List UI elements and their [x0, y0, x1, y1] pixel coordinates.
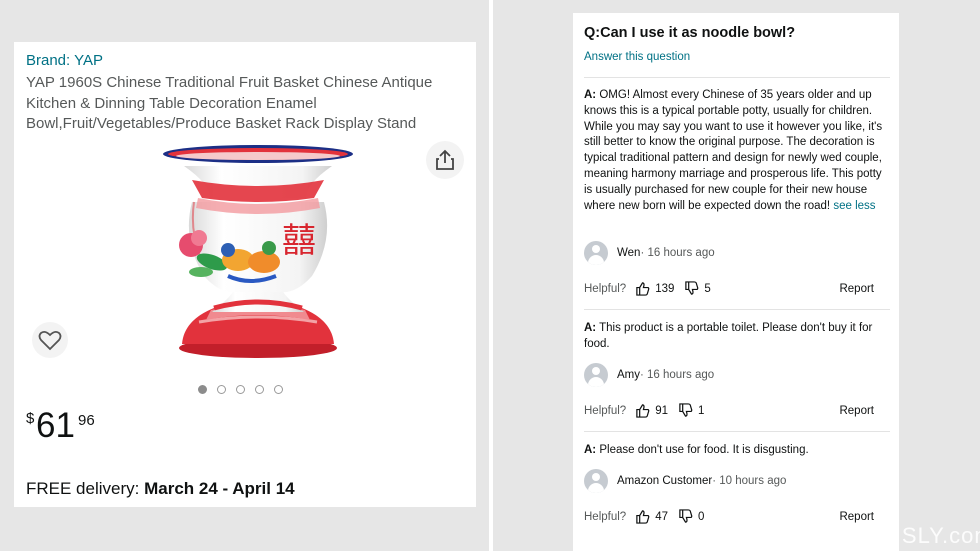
thumbs-up-icon[interactable]: [635, 403, 650, 418]
brand-link[interactable]: Brand: YAP: [26, 52, 103, 69]
upvote-count: 139: [655, 282, 675, 295]
answer-author: Wen · 16 hours ago: [584, 241, 715, 265]
share-icon: [436, 149, 454, 170]
price-currency: $: [26, 410, 35, 427]
answer-body: OMG! Almost every Chinese of 35 years ol…: [584, 89, 883, 212]
separator: [584, 431, 890, 432]
answer-prefix: A:: [584, 89, 597, 101]
price-fraction: 96: [78, 412, 95, 429]
see-less-link[interactable]: see less: [833, 200, 875, 212]
watermark: UTYPIMPISLY.com: [790, 523, 980, 548]
panel-divider: [489, 0, 493, 551]
helpful-row: Helpful? 91 1 Report: [584, 403, 874, 418]
author-name[interactable]: Amazon Customer: [617, 475, 712, 487]
heart-icon: [38, 330, 62, 351]
carousel-dots: [198, 385, 283, 394]
delivery-label: FREE delivery:: [26, 479, 145, 498]
product-title: YAP 1960S Chinese Traditional Fruit Bask…: [26, 74, 433, 132]
downvote-count: 5: [704, 282, 711, 295]
author-name[interactable]: Amy: [617, 369, 640, 381]
separator: [584, 77, 890, 78]
thumbs-up-icon[interactable]: [635, 281, 650, 296]
upvote-count: 91: [655, 404, 668, 417]
carousel-dot[interactable]: [198, 385, 207, 394]
author-name[interactable]: Wen: [617, 247, 640, 259]
helpful-label: Helpful?: [584, 510, 627, 523]
answer-question-link[interactable]: Answer this question: [584, 51, 690, 63]
product-card: Brand: YAP YAP 1960S Chinese Traditional…: [14, 42, 476, 507]
downvote-count: 0: [698, 510, 705, 523]
avatar-icon: [584, 241, 608, 265]
carousel-dot[interactable]: [274, 385, 283, 394]
report-link[interactable]: Report: [839, 283, 874, 295]
qa-card: Q:Can I use it as noodle bowl? Answer th…: [573, 13, 899, 551]
answer-author: Amy · 16 hours ago: [584, 363, 714, 387]
answer-text: A: This product is a portable toilet. Pl…: [584, 321, 884, 353]
thumbs-down-icon[interactable]: [678, 403, 693, 418]
thumbs-down-icon[interactable]: [678, 509, 693, 524]
vase-illustration: 囍: [163, 145, 353, 358]
carousel-dot[interactable]: [217, 385, 226, 394]
answer-body: This product is a portable toilet. Pleas…: [584, 322, 873, 350]
report-link[interactable]: Report: [839, 405, 874, 417]
answer-text: A: Please don't use for food. It is disg…: [584, 443, 884, 459]
answer-time: · 10 hours ago: [712, 475, 787, 487]
carousel-dot[interactable]: [255, 385, 264, 394]
helpful-label: Helpful?: [584, 404, 627, 417]
answer-body: Please don't use for food. It is disgust…: [599, 444, 809, 456]
answer-author: Amazon Customer · 10 hours ago: [584, 469, 786, 493]
downvote-count: 1: [698, 404, 705, 417]
answer-time: · 16 hours ago: [640, 369, 715, 381]
helpful-row: Helpful? 47 0 Report: [584, 509, 874, 524]
helpful-row: Helpful? 139 5 Report: [584, 281, 874, 296]
thumbs-down-icon[interactable]: [684, 281, 699, 296]
upvote-count: 47: [655, 510, 668, 523]
question-title: Q:Can I use it as noodle bowl?: [584, 25, 796, 41]
answer-text: A: OMG! Almost every Chinese of 35 years…: [584, 88, 884, 214]
wishlist-button[interactable]: [32, 322, 68, 358]
share-button[interactable]: [426, 141, 464, 179]
answer-prefix: A:: [584, 322, 597, 334]
report-link[interactable]: Report: [839, 511, 874, 523]
thumbs-up-icon[interactable]: [635, 509, 650, 524]
helpful-label: Helpful?: [584, 282, 627, 295]
delivery-dates: March 24 - April 14: [144, 479, 295, 498]
answer-time: · 16 hours ago: [640, 247, 715, 259]
carousel-dot[interactable]: [236, 385, 245, 394]
delivery-info: FREE delivery: March 24 - April 14: [26, 479, 295, 499]
double-happiness-glyph: 囍: [282, 221, 316, 261]
avatar-icon: [584, 363, 608, 387]
price-whole: 61: [36, 406, 75, 445]
separator: [584, 309, 890, 310]
avatar-icon: [584, 469, 608, 493]
product-image[interactable]: 囍: [14, 140, 476, 366]
answer-prefix: A:: [584, 444, 597, 456]
